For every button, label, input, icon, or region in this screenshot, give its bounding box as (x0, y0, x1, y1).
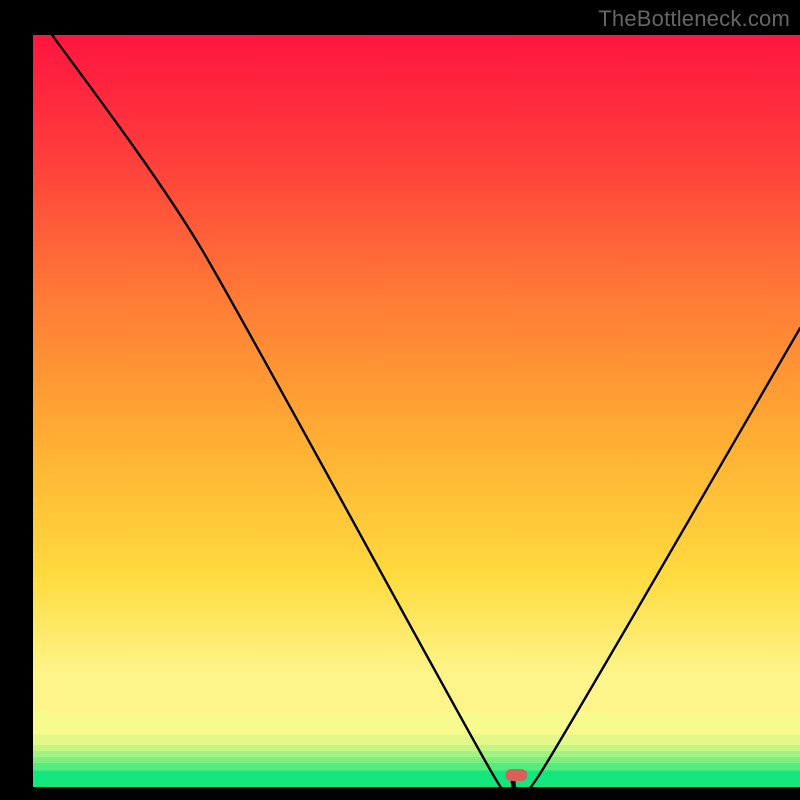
watermark-text: TheBottleneck.com (598, 6, 790, 32)
bottom-bands (33, 674, 800, 787)
optimal-marker (505, 769, 527, 781)
chart-svg (0, 0, 800, 800)
bottleneck-chart: TheBottleneck.com (0, 0, 800, 800)
